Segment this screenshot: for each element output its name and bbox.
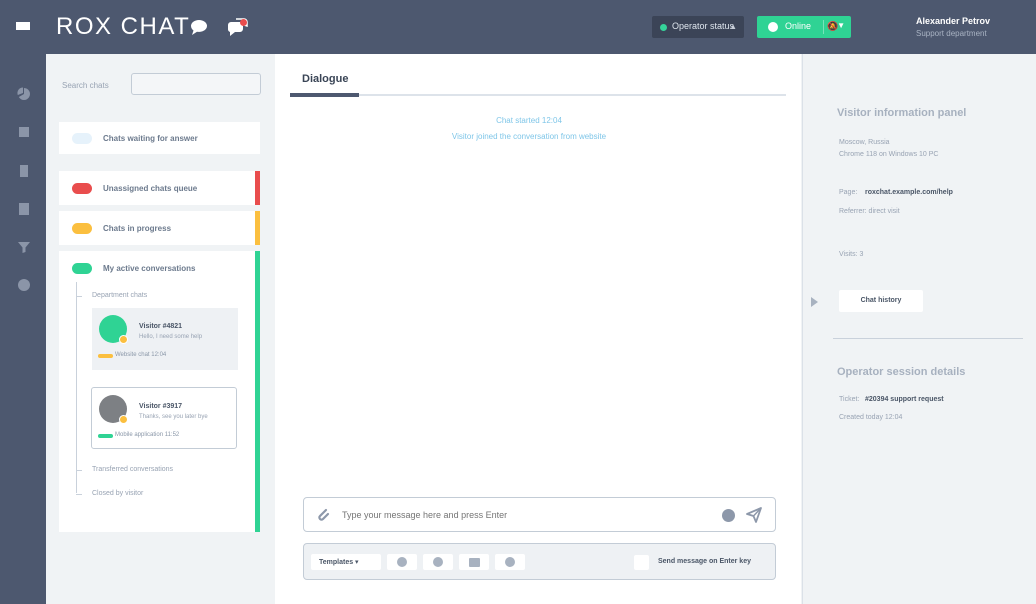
visitor-info-panel: Visitor information panel Moscow, Russia…	[802, 54, 1036, 604]
away-status-dot	[119, 415, 128, 424]
search-label: Search chats	[62, 81, 109, 90]
subgroup-title[interactable]: Transferred conversations	[92, 466, 173, 473]
tree-branch	[76, 494, 82, 495]
chat-tag	[98, 434, 113, 438]
chat-visitor-name: Visitor #4821	[139, 323, 183, 330]
pie-chart-icon[interactable]	[17, 87, 31, 101]
tree-branch	[76, 470, 82, 471]
chat-visitor-name: Visitor #3917	[139, 403, 183, 410]
square-icon[interactable]	[17, 125, 31, 139]
conversation-panel: Dialogue Chat started 12:04 Visitor join…	[275, 54, 801, 604]
file-button[interactable]	[459, 554, 489, 570]
search-input[interactable]	[131, 73, 261, 95]
chat-list-item[interactable]: Visitor #3917 Thanks, see you later bye …	[91, 387, 237, 449]
visitor-heading: Visitor information panel	[837, 107, 967, 119]
group-title: Chats in progress	[103, 224, 172, 233]
chat-bubble-icon[interactable]	[188, 16, 210, 38]
chat-history-button[interactable]: Chat history	[839, 290, 923, 312]
tab-dialogue[interactable]: Dialogue	[302, 73, 348, 85]
visitor-browser: Chrome 118 on Windows 10 PC	[839, 151, 939, 158]
visitor-visits: Visits: 3	[839, 251, 864, 258]
ticket-value[interactable]: #20394 support request	[865, 396, 944, 403]
chat-group-in-progress[interactable]: Chats in progress	[59, 211, 260, 245]
chat-snippet: Thanks, see you later bye	[139, 414, 208, 420]
system-message: Visitor joined the conversation from web…	[451, 132, 607, 141]
document-icon[interactable]	[17, 164, 31, 178]
chat-group-unassigned[interactable]: Unassigned chats queue	[59, 171, 260, 205]
chat-list-item[interactable]: Visitor #4821 Hello, I need some help We…	[92, 308, 238, 370]
group-color-bar	[255, 171, 260, 205]
send-icon[interactable]	[746, 507, 762, 523]
active-tab-indicator	[290, 93, 359, 97]
group-color-pill	[72, 133, 92, 144]
filter-icon[interactable]	[17, 240, 31, 254]
message-input[interactable]	[342, 507, 672, 523]
ticket-key: Ticket:	[839, 396, 860, 403]
user-name[interactable]: Alexander Petrov	[916, 16, 990, 26]
group-color-pill	[72, 183, 92, 194]
online-dot	[768, 22, 778, 32]
checklist-icon[interactable]	[17, 202, 31, 216]
status-dot	[660, 24, 667, 31]
visitor-location: Moscow, Russia	[839, 139, 890, 146]
chat-group-waiting[interactable]: Chats waiting for answer	[59, 122, 260, 154]
menu-icon[interactable]	[16, 20, 30, 32]
visitor-referrer: Referrer: direct visit	[839, 208, 900, 215]
tree-branch	[76, 296, 82, 297]
session-heading: Operator session details	[837, 366, 966, 378]
chat-snippet: Hello, I need some help	[139, 334, 203, 340]
composer-toolbar: Templates ▾ Send message on Enter key	[303, 543, 776, 580]
group-title[interactable]: My active conversations	[103, 264, 195, 273]
send-on-enter-checkbox[interactable]	[634, 555, 649, 570]
notification-badge	[240, 19, 247, 26]
group-color-pill	[72, 223, 92, 234]
online-status-button[interactable]: Online 🔕 ▼	[757, 16, 851, 38]
chevron-down-icon: ▼	[837, 21, 845, 30]
send-on-enter-label: Send message on Enter key	[658, 558, 751, 565]
operator-status-select[interactable]: Operator status ▲	[652, 16, 744, 38]
chat-group-my-active: My active conversations Department chats…	[59, 251, 260, 532]
attach-icon[interactable]	[315, 507, 331, 523]
tab-underline	[290, 94, 786, 96]
subgroup-title[interactable]: Closed by visitor	[92, 490, 143, 497]
visitor-page-value[interactable]: roxchat.example.com/help	[865, 189, 953, 196]
message-composer	[303, 497, 776, 532]
chat-meta: Website chat 12:04	[115, 352, 167, 358]
group-title: Chats waiting for answer	[103, 134, 198, 143]
group-color-bar	[255, 211, 260, 245]
chat-meta: Mobile application 11:52	[115, 432, 180, 438]
status-select-label: Operator status	[672, 21, 735, 31]
subgroup-title[interactable]: Department chats	[92, 292, 147, 299]
system-message: Chat started 12:04	[496, 116, 562, 125]
chat-tag	[98, 354, 113, 358]
emoji-icon[interactable]	[722, 509, 735, 522]
ticket-created: Created today 12:04	[839, 414, 903, 421]
section-divider	[833, 338, 1023, 339]
button-divider	[823, 20, 824, 34]
info-button[interactable]	[495, 554, 525, 570]
chat-icon	[397, 557, 407, 567]
tree-line	[76, 282, 77, 493]
image-icon	[469, 558, 480, 567]
group-color-bar	[255, 251, 260, 532]
group-title: Unassigned chats queue	[103, 184, 198, 193]
group-color-pill[interactable]	[72, 263, 92, 274]
online-label: Online	[785, 21, 812, 31]
timer-button[interactable]	[423, 554, 453, 570]
user-department: Support department	[916, 29, 987, 38]
app-logo: ROX CHAT	[56, 13, 191, 40]
circle-icon[interactable]	[17, 278, 31, 292]
left-navigation	[0, 54, 46, 604]
info-icon	[505, 557, 515, 567]
caret-up-icon: ▲	[729, 22, 737, 31]
chat-list-panel: Search chats Chats waiting for answer Un…	[47, 54, 274, 604]
quick-reply-button[interactable]	[387, 554, 417, 570]
templates-button[interactable]: Templates ▾	[311, 554, 381, 570]
expand-panel-icon[interactable]	[811, 297, 818, 307]
top-bar: ROX CHAT Operator status ▲ Online 🔕 ▼ Al…	[0, 0, 1036, 54]
visitor-page-key: Page:	[839, 189, 858, 196]
clock-icon	[433, 557, 443, 567]
away-status-dot	[119, 335, 128, 344]
